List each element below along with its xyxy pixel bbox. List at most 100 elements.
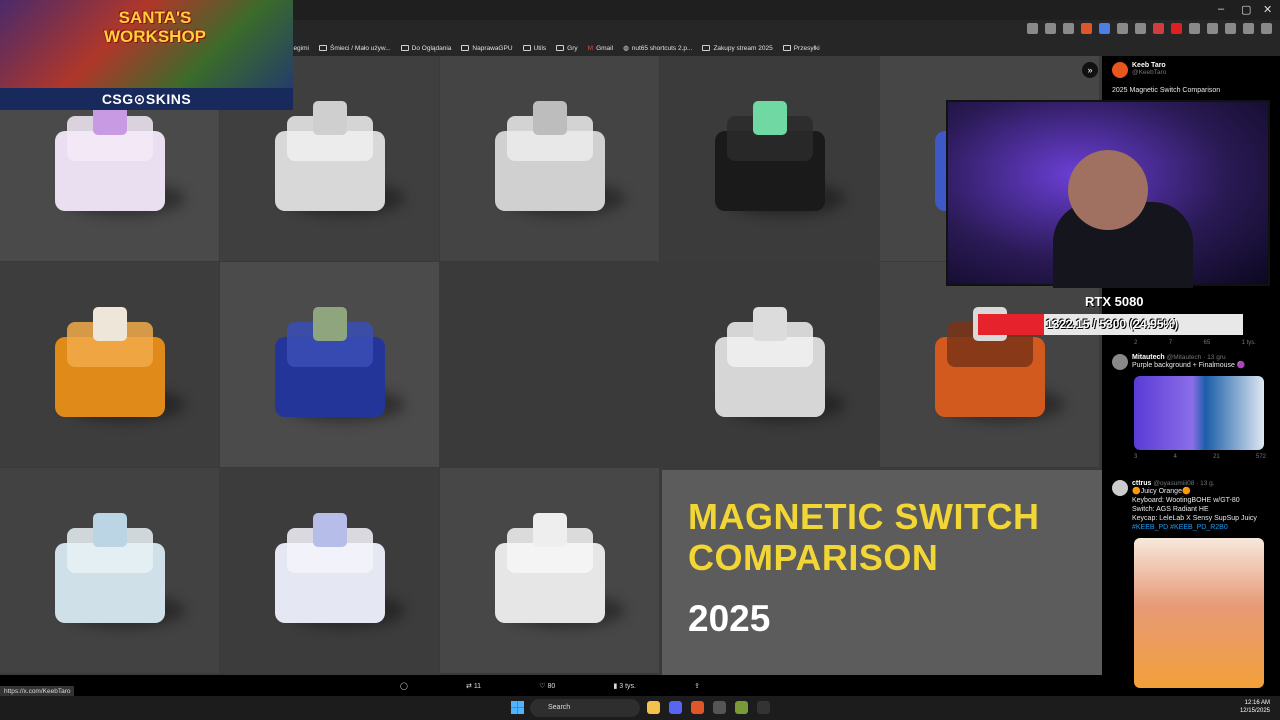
gpu-goal-label: RTX 5080 [1085,294,1144,309]
bookmark-folder[interactable]: Przesyłki [782,45,820,52]
view-count: 3 tys. [619,683,636,690]
switch-photo [220,468,439,673]
windows-start-icon[interactable] [511,701,524,714]
author-name[interactable]: Mitautech [1132,354,1165,361]
share-icon[interactable] [1063,23,1074,34]
gpu-goal-text: 1322.15 / 5300 (24.95%) [1046,317,1179,331]
folder-icon [461,45,470,51]
streamer-webcam [946,100,1270,288]
bookmark-folder[interactable]: Gry [556,45,578,52]
bookmark-folder[interactable]: NaprawaGPU [461,45,513,52]
folder-icon [702,45,711,51]
post-actions: ◯ ⇄ 11 ♡ 80 ▮ 3 tys. ⇪ [400,678,700,694]
view-count[interactable]: 1 tys. [1242,340,1256,346]
clock-date: 12/15/2025 [1239,708,1270,714]
media-icon[interactable] [1243,23,1254,34]
switch-photo [880,262,1099,467]
folder-icon [782,45,791,51]
youtube-extension-icon[interactable] [1171,23,1182,34]
globe-icon: ◍ [623,45,629,52]
folder-icon [400,45,409,51]
author-handle[interactable]: @KeebTaro [1132,69,1166,76]
gmail-icon: M [587,44,594,52]
brave-shield-icon[interactable] [1081,23,1092,34]
tweet-image[interactable] [1134,538,1264,688]
like-count[interactable]: 21 [1213,454,1220,460]
slide-title-line: MAGNETIC SWITCH [688,496,1040,537]
minimize-button[interactable]: – [1218,3,1224,15]
bookmark-item[interactable]: ◍ nut65 shortcuts 2.p... [623,44,692,53]
views-button[interactable]: ▮ 3 tys. [613,682,636,690]
post-image[interactable]: MAGNETIC SWITCH COMPARISON 2025 [0,56,1102,675]
bookmark-folder[interactable]: Zakupy stream 2025 [702,45,773,52]
reply-count[interactable]: 3 [1134,454,1137,460]
author-name[interactable]: cttrus [1132,480,1151,487]
bookmark-item[interactable]: legimi [292,45,309,52]
maximize-button[interactable]: ▢ [1241,3,1251,16]
retweet-count: 11 [473,683,482,690]
switch-photo [0,468,219,673]
bookmark-folder[interactable]: Do Oglądania [400,45,451,52]
retweet-count[interactable]: 4 [1174,454,1177,460]
view-count[interactable]: 572 [1256,454,1266,460]
avatar[interactable] [1112,62,1128,78]
bookmark-folder[interactable]: Śmieci / Mało używ... [318,45,391,52]
discord-icon[interactable] [669,701,682,714]
expand-icon[interactable]: » [1082,62,1098,78]
avatar[interactable] [1112,480,1128,496]
extension-icon[interactable] [1135,23,1146,34]
taskbar-search[interactable]: Search [530,699,640,717]
sidebar-icon[interactable] [1207,23,1218,34]
app-icon[interactable] [735,701,748,714]
like-count[interactable]: 65 [1204,340,1211,346]
slide-title-panel: MAGNETIC SWITCH COMPARISON 2025 [662,470,1102,675]
translate-icon[interactable] [1045,23,1056,34]
retweet-count[interactable]: 7 [1169,340,1172,346]
wallet-icon[interactable] [1225,23,1236,34]
close-button[interactable]: ✕ [1263,3,1272,16]
author-handle[interactable]: @Mitautech · 13 gru [1167,354,1226,361]
tweet[interactable]: cttrus @oyasumiii08 · 13 g. 🟠Juicy Orang… [1112,480,1277,688]
retweet-button[interactable]: ⇄ 11 [466,682,481,690]
tweet-text: Keyboard: WootingBOHE w/GT-80 [1132,497,1240,504]
slide-title-line: COMPARISON [688,537,939,578]
tweet-text: Switch: AGS Radiant HE [1132,506,1209,513]
reply-count[interactable]: 2 [1134,340,1137,346]
gpu-goal-fill [978,314,1045,335]
system-clock[interactable]: 12:16 AM 12/15/2025 [1240,699,1270,715]
extension-icon[interactable] [1153,23,1164,34]
switch-photo [440,56,659,261]
share-icon[interactable]: ⇪ [694,682,700,690]
folder-icon [556,45,565,51]
tweet-actions: 2 7 65 1 tys. [1102,340,1280,346]
extension-icon[interactable] [1117,23,1128,34]
tweet[interactable]: Mitautech @Mitautech · 13 gru Purple bac… [1112,354,1272,460]
tweet-header: Keeb Taro @KeebTaro [1112,62,1272,78]
streamer-head [1068,150,1148,230]
tweet-image[interactable] [1134,376,1264,450]
brave-icon[interactable] [691,701,704,714]
extensions-puzzle-icon[interactable] [1189,23,1200,34]
obs-icon[interactable] [713,701,726,714]
tweet-text: 🟠Juicy Orange🟠 [1132,488,1191,495]
switch-photo [0,262,219,467]
bookmark-folder[interactable]: Utils [522,45,546,52]
hashtags[interactable]: #KEEB_PD #KEEB_PD_R2B0 [1132,523,1257,532]
tweet-text: 2025 Magnetic Switch Comparison [1112,87,1221,94]
author-handle[interactable]: @oyasumiii08 · 13 g. [1153,480,1214,487]
file-explorer-icon[interactable] [647,701,660,714]
app-icon[interactable] [757,701,770,714]
avatar[interactable] [1112,354,1128,370]
reply-icon[interactable]: ◯ [400,682,408,690]
switch-photo [220,262,439,467]
slide-year: 2025 [688,598,771,639]
author-name[interactable]: Keeb Taro [1132,62,1166,69]
switch-photo [660,56,879,261]
bookmark-gmail[interactable]: M Gmail [588,45,613,52]
cast-icon[interactable] [1027,23,1038,34]
menu-icon[interactable] [1261,23,1272,34]
stream-banner: SANTA'S WORKSHOP CSG⊙SKINS [0,0,293,110]
extension-shield-icon[interactable] [1099,23,1110,34]
clock-time: 12:16 AM [1244,700,1270,706]
like-button[interactable]: ♡ 80 [539,682,555,690]
